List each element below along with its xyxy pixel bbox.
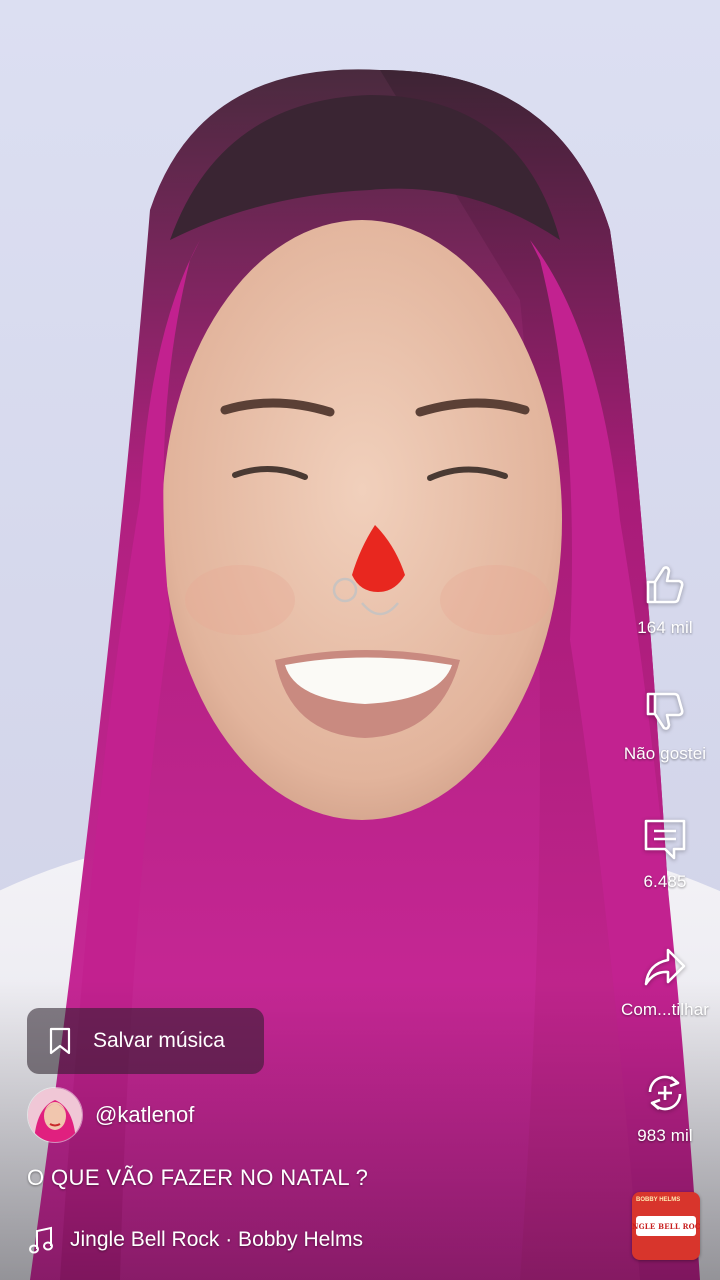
avatar[interactable] — [27, 1087, 83, 1143]
music-note-icon — [29, 1226, 53, 1254]
music-row[interactable]: Jingle Bell Rock · Bobby Helms — [28, 1222, 363, 1258]
share-arrow-icon — [644, 948, 686, 986]
save-music-button[interactable]: Salvar música — [27, 1008, 264, 1074]
like-button[interactable]: 164 mil — [610, 560, 720, 638]
like-count: 164 mil — [637, 618, 693, 637]
channel-row: @katlenof — [27, 1087, 194, 1143]
dislike-button[interactable]: Não gostei — [610, 686, 720, 764]
remix-count: 983 mil — [637, 1126, 693, 1145]
dislike-label: Não gostei — [623, 744, 707, 763]
video-caption[interactable]: O QUE VÃO FAZER NO NATAL ? — [27, 1165, 368, 1191]
shorts-screen: 164 mil Não gostei 6.485 Com...tilhar 98… — [0, 0, 720, 1280]
remix-button[interactable]: 983 mil — [610, 1068, 720, 1146]
comment-count: 6.485 — [643, 872, 687, 891]
bookmark-icon — [49, 1027, 71, 1055]
avatar-image — [28, 1088, 82, 1142]
share-label: Com...tilhar — [620, 1000, 710, 1019]
music-track-title: Jingle Bell Rock · Bobby Helms — [70, 1228, 363, 1251]
comment-icon — [644, 819, 686, 860]
channel-handle[interactable]: @katlenof — [95, 1102, 194, 1128]
album-artist-text: BOBBY HELMS — [636, 1197, 681, 1203]
thumbs-up-icon — [646, 566, 684, 604]
remix-icon — [648, 1075, 682, 1111]
save-music-label: Salvar música — [93, 1029, 225, 1052]
album-art[interactable]: BOBBY HELMS JINGLE BELL ROCK — [632, 1192, 700, 1260]
album-title-text: JINGLE BELL ROCK — [632, 1221, 700, 1231]
album-title-band: JINGLE BELL ROCK — [632, 1216, 700, 1236]
share-button[interactable]: Com...tilhar — [610, 942, 720, 1020]
comment-button[interactable]: 6.485 — [610, 814, 720, 892]
thumbs-down-icon — [646, 692, 684, 730]
